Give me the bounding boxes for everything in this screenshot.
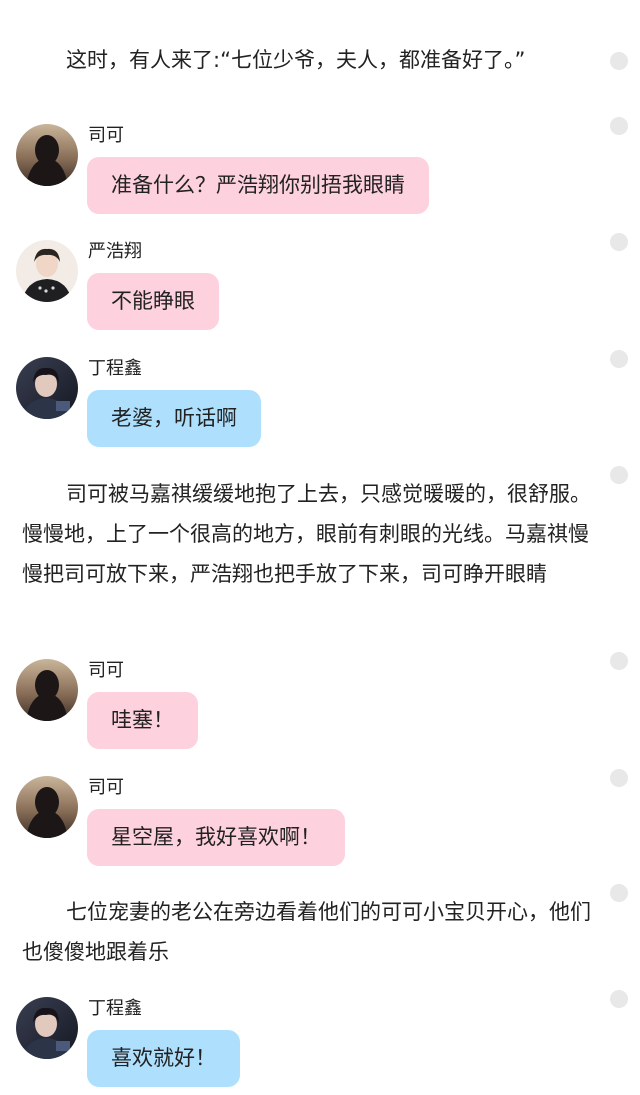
message-bubble[interactable]: 不能睁眼 [87,273,219,330]
message-bubble[interactable]: 星空屋，我好喜欢啊！ [87,809,345,866]
side-dot[interactable] [610,884,628,902]
dingchengxin-avatar[interactable] [16,997,78,1059]
chat-story-page: 这时，有人来了:“七位少爷，夫人，都准备好了。” 司可 准备什么？严浩翔你别捂我… [0,0,640,1095]
speaker-name: 严浩翔 [88,241,142,262]
chat-message: 丁程鑫 老婆，听话啊 [16,357,606,457]
message-bubble[interactable]: 准备什么？严浩翔你别捂我眼睛 [87,157,429,214]
speaker-name: 司可 [88,125,124,146]
speaker-name: 丁程鑫 [88,358,142,379]
yanhaoxiang-avatar[interactable] [16,240,78,302]
sike-avatar[interactable] [16,659,78,721]
chat-message: 丁程鑫 喜欢就好！ [16,997,606,1095]
chat-message: 司可 准备什么？严浩翔你别捂我眼睛 [16,124,606,224]
side-dot[interactable] [610,466,628,484]
message-bubble[interactable]: 哇塞！ [87,692,198,749]
side-dot[interactable] [610,52,628,70]
narration-paragraph: 司可被马嘉祺缓缓地抱了上去，只感觉暖暖的，很舒服。慢慢地，上了一个很高的地方，眼… [22,482,591,586]
speaker-name: 司可 [88,660,124,681]
side-dot[interactable] [610,117,628,135]
dingchengxin-avatar[interactable] [16,357,78,419]
side-dot[interactable] [610,233,628,251]
side-dot[interactable] [610,350,628,368]
side-dot[interactable] [610,990,628,1008]
speaker-name: 丁程鑫 [88,998,142,1019]
side-dot[interactable] [610,652,628,670]
message-bubble[interactable]: 喜欢就好！ [87,1030,240,1087]
side-dot[interactable] [610,769,628,787]
chat-message: 严浩翔 不能睁眼 [16,240,606,340]
speaker-name: 司可 [88,777,124,798]
narration-paragraph: 七位宠妻的老公在旁边看着他们的可可小宝贝开心，他们也傻傻地跟着乐 [22,900,591,964]
sike-avatar[interactable] [16,124,78,186]
message-bubble[interactable]: 老婆，听话啊 [87,390,261,447]
narration-paragraph: 这时，有人来了:“七位少爷，夫人，都准备好了。” [66,48,526,72]
chat-message: 司可 星空屋，我好喜欢啊！ [16,776,606,876]
sike-avatar[interactable] [16,776,78,838]
chat-message: 司可 哇塞！ [16,659,606,759]
